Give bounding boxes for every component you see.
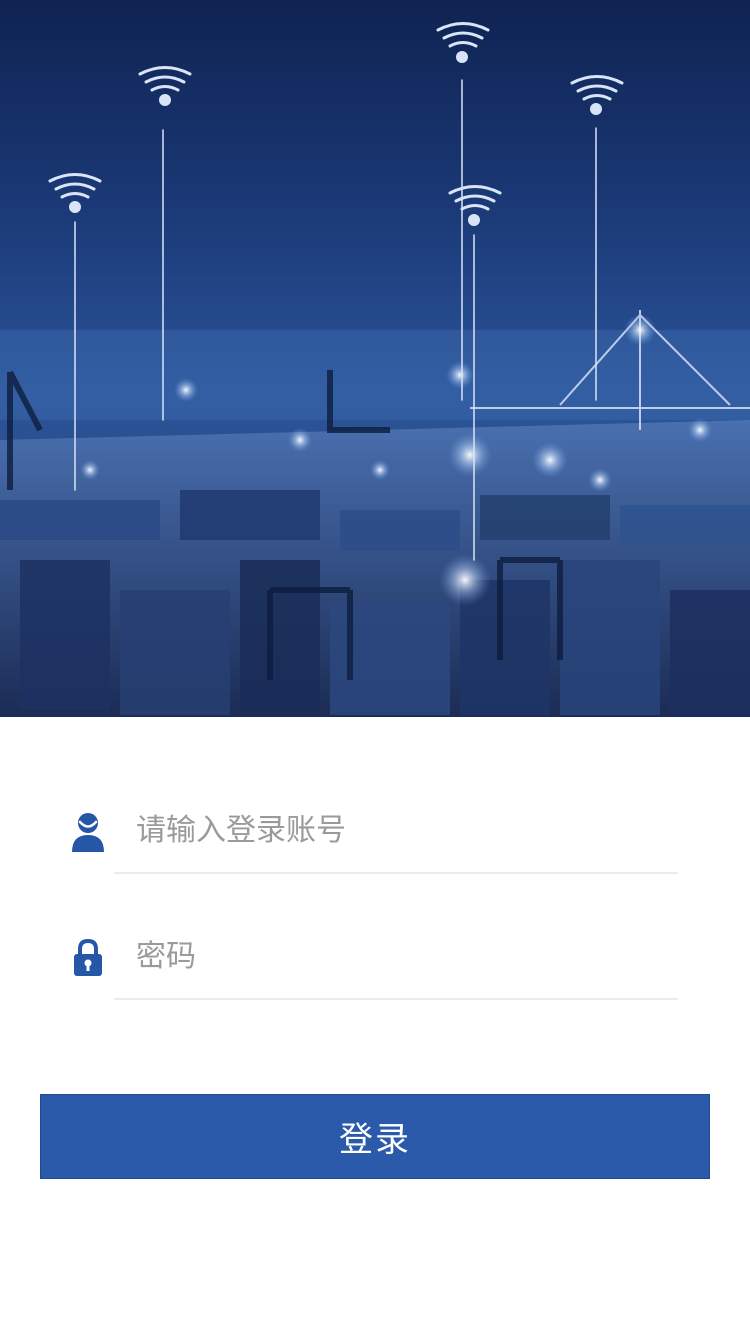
- password-underline: [114, 998, 678, 1000]
- lock-icon: [68, 938, 108, 978]
- account-field-row: [68, 784, 678, 874]
- hero-image: [0, 0, 750, 717]
- account-input[interactable]: [136, 802, 666, 858]
- password-field-row: [68, 910, 678, 1000]
- login-button[interactable]: 登录: [40, 1094, 710, 1179]
- account-underline: [114, 872, 678, 874]
- user-icon: [68, 812, 108, 852]
- port-cityscape-illustration: [0, 22, 750, 717]
- password-input[interactable]: [136, 928, 666, 984]
